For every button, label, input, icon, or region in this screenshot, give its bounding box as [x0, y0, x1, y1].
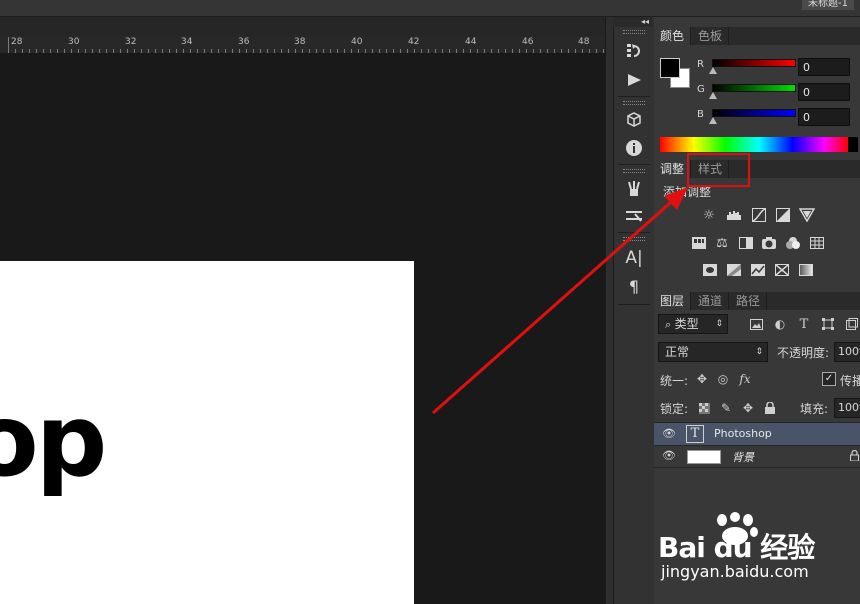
color-lookup-icon[interactable]	[809, 236, 825, 250]
ruler-label: 30	[68, 37, 80, 47]
channel-r-slider[interactable]	[712, 59, 796, 67]
propagate-label: 传播	[840, 374, 860, 388]
annotation-arrow	[432, 187, 688, 415]
dropdown-arrow-icon: ⇕	[755, 347, 763, 357]
tab-color[interactable]: 颜色	[654, 27, 692, 45]
collapse-icon[interactable]: ◂◂	[641, 17, 649, 27]
document-page[interactable]: op	[0, 261, 414, 604]
color-spectrum-bar[interactable]	[660, 137, 858, 152]
threshold-icon[interactable]	[750, 263, 766, 277]
curves-icon[interactable]	[751, 208, 767, 222]
color-panel-tabs: 颜色 色板	[654, 27, 860, 45]
watermark-brand: Bai du 经验	[658, 531, 815, 564]
strip-separator	[618, 96, 650, 97]
gradient-map-icon[interactable]	[798, 263, 814, 277]
channel-g-input[interactable]: 0	[798, 83, 850, 101]
photo-filter-icon[interactable]	[761, 236, 777, 250]
annotation-arrow-line	[432, 194, 679, 415]
filter-type-icon[interactable]: T	[796, 316, 812, 332]
unify-visibility-icon[interactable]: ◎	[715, 371, 731, 387]
baidu-watermark: Bai du 经验 jingyan.baidu.com	[658, 512, 858, 602]
grip-handle[interactable]	[623, 30, 645, 34]
collapse-bar[interactable]: ◂◂	[613, 17, 653, 27]
opacity-label: 不透明度:	[777, 346, 830, 360]
strip-separator	[618, 164, 650, 165]
horizontal-ruler: 28 30 32 34 36 38 40 42 44 46 48	[0, 36, 605, 54]
brightness-icon[interactable]: ☼	[701, 208, 717, 223]
channel-r-input[interactable]: 0	[798, 58, 850, 76]
layer-row-background[interactable]: 👁 背景	[654, 445, 860, 468]
filter-shape-icon[interactable]	[820, 316, 836, 332]
unify-style-icon[interactable]: fx	[737, 371, 753, 387]
black-white-icon[interactable]	[738, 236, 754, 250]
channel-mixer-icon[interactable]	[785, 236, 801, 250]
adjustments-panel-tabs: 调整 样式	[654, 160, 860, 178]
foreground-color-swatch[interactable]	[660, 58, 680, 78]
filter-smart-object-icon[interactable]	[844, 316, 860, 332]
ruler-label: 40	[351, 37, 363, 47]
ruler-label: 36	[238, 37, 250, 47]
ruler-label: 38	[294, 37, 306, 47]
tab-adjustments[interactable]: 调整	[654, 160, 692, 178]
lock-pixels-brush-icon[interactable]: ✎	[718, 400, 734, 416]
document-tab[interactable]: 未标题-1	[802, 0, 854, 10]
levels-icon[interactable]	[726, 208, 742, 222]
channel-r-label: R	[697, 59, 704, 70]
filter-adjustment-icon[interactable]: ◐	[772, 316, 788, 332]
channel-g-slider[interactable]	[712, 84, 796, 92]
channel-g-label: G	[697, 84, 705, 95]
exposure-icon[interactable]	[775, 208, 791, 222]
ruler-label: 32	[125, 37, 137, 47]
history-icon[interactable]	[622, 41, 646, 61]
grip-handle[interactable]	[623, 169, 645, 173]
posterize-icon[interactable]	[726, 263, 742, 277]
visibility-eye-icon[interactable]: 👁	[662, 427, 676, 440]
propagate-checkbox[interactable]: ✓	[822, 372, 836, 386]
channel-r-thumb[interactable]	[709, 67, 717, 74]
selective-color-icon[interactable]	[774, 263, 790, 277]
channel-b-slider[interactable]	[712, 109, 796, 117]
dropdown-arrow-icon: ⇕	[715, 319, 723, 329]
channel-b-thumb[interactable]	[709, 117, 717, 124]
ruler-label: 44	[465, 37, 477, 47]
ruler-label: 28	[11, 37, 23, 47]
channel-g-thumb[interactable]	[709, 92, 717, 99]
actions-play-icon[interactable]	[622, 70, 646, 90]
layer-lock-icon	[850, 449, 859, 464]
visibility-eye-icon[interactable]: 👁	[662, 449, 676, 462]
info-icon[interactable]	[622, 138, 646, 158]
channel-b-label: B	[697, 109, 704, 120]
ruler-tick	[8, 37, 9, 53]
layer-row-photoshop[interactable]: 👁 T Photoshop	[654, 422, 860, 446]
invert-icon[interactable]	[702, 263, 718, 277]
filter-pixel-icon[interactable]	[748, 316, 764, 332]
3d-cube-icon[interactable]	[622, 110, 646, 130]
ruler-label: 34	[181, 37, 193, 47]
tab-swatches[interactable]: 色板	[692, 27, 730, 45]
layer-name[interactable]: Photoshop	[714, 427, 772, 440]
channel-b-input[interactable]: 0	[798, 108, 850, 126]
layer-name[interactable]: 背景	[732, 449, 754, 465]
opacity-input[interactable]: 100%	[834, 342, 860, 362]
lock-all-icon[interactable]	[762, 400, 778, 416]
color-balance-icon[interactable]: ⚖	[714, 236, 730, 251]
vibrance-icon[interactable]	[799, 208, 815, 222]
ruler-label: 46	[522, 37, 534, 47]
ruler-label: 42	[408, 37, 420, 47]
grip-handle[interactable]	[623, 101, 645, 105]
canvas-text-layer[interactable]: op	[0, 391, 107, 491]
fill-input[interactable]: 100%	[834, 398, 860, 418]
text-layer-thumbnail-icon: T	[686, 425, 704, 443]
ruler-label: 48	[578, 37, 590, 47]
top-bar: 未标题-1	[0, 0, 860, 17]
lock-position-icon[interactable]: ✥	[740, 400, 756, 416]
watermark-url: jingyan.baidu.com	[661, 562, 809, 581]
options-strip	[0, 17, 605, 36]
layer-thumbnail	[687, 450, 721, 464]
tab-paths[interactable]: 路径	[730, 292, 768, 310]
fill-label: 填充:	[800, 402, 829, 416]
